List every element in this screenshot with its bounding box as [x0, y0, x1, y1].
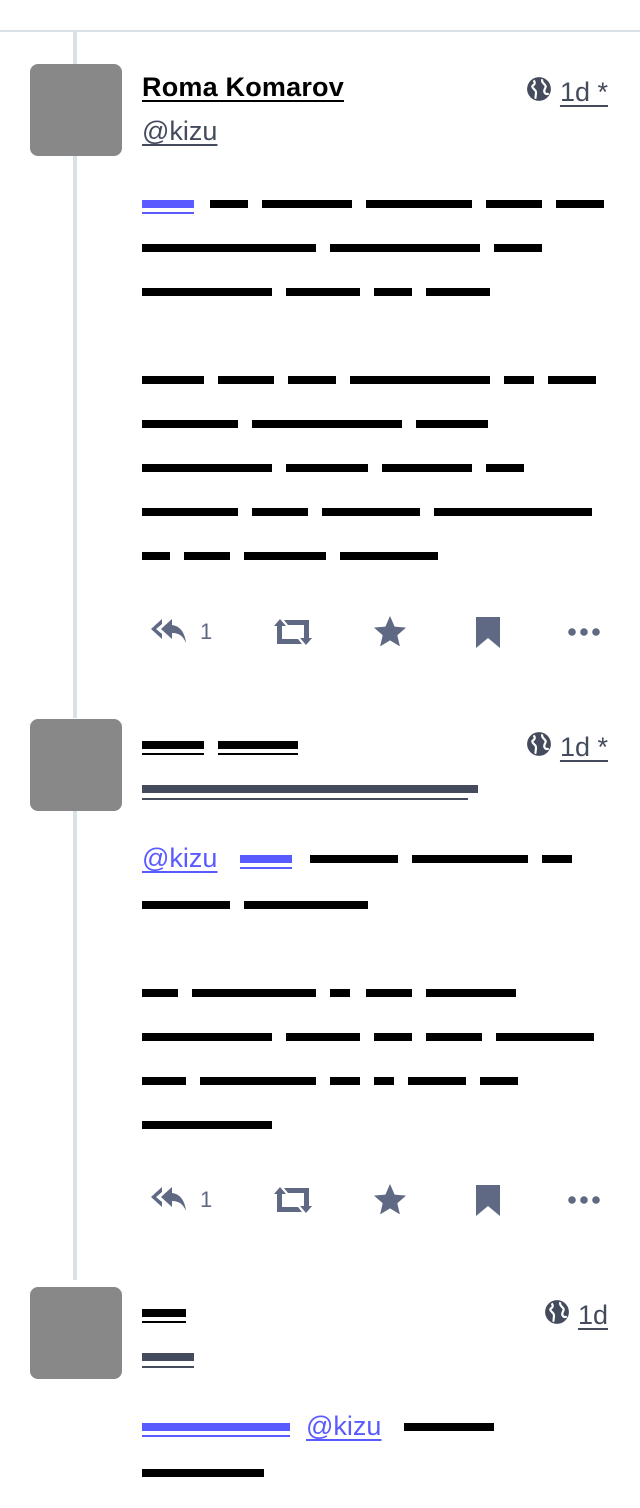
more-button[interactable] [568, 1178, 600, 1222]
reply-count: 1 [200, 1187, 213, 1212]
star-icon [372, 1183, 408, 1217]
status-action-bar: 1 [142, 610, 612, 654]
status-meta: 1d * [526, 76, 608, 109]
reply-all-icon [150, 1183, 188, 1217]
favourite-button[interactable] [372, 1178, 408, 1222]
favourite-button[interactable] [372, 610, 408, 654]
star-icon [372, 615, 408, 649]
status-action-bar: 1 [142, 1178, 612, 1222]
thread-line [73, 810, 77, 1280]
display-name[interactable]: Roma Komarov [142, 72, 344, 103]
timestamp-link[interactable]: 1d * [560, 732, 608, 763]
bookmark-button[interactable] [474, 1178, 502, 1222]
bookmark-icon [474, 615, 502, 649]
account-handle[interactable]: @kizu [142, 116, 217, 147]
reply-count: 1 [200, 619, 213, 644]
globe-icon [526, 76, 552, 109]
bookmark-icon [474, 1183, 502, 1217]
retweet-icon [272, 617, 314, 647]
globe-icon [544, 1299, 570, 1332]
avatar[interactable] [30, 1287, 122, 1379]
status-meta: 1d [544, 1299, 608, 1332]
avatar[interactable] [30, 719, 122, 811]
retweet-icon [272, 1185, 314, 1215]
avatar[interactable] [30, 64, 122, 156]
status-meta: 1d * [526, 731, 608, 764]
timestamp-link[interactable]: 1d * [560, 77, 608, 108]
redacted-link[interactable] [142, 200, 194, 214]
bookmark-button[interactable] [474, 610, 502, 654]
boost-button[interactable] [272, 1178, 314, 1222]
reply-button[interactable]: 1 [150, 1178, 212, 1222]
more-button[interactable] [568, 610, 600, 654]
reply-button[interactable]: 1 [150, 610, 212, 654]
ellipsis-icon [568, 1195, 600, 1205]
reply-all-icon [150, 615, 188, 649]
boost-button[interactable] [272, 610, 314, 654]
mention-link[interactable]: @kizu [306, 1411, 381, 1442]
redacted-link[interactable] [240, 855, 292, 869]
redacted-link[interactable] [142, 1423, 290, 1437]
top-divider [0, 30, 640, 32]
timestamp-link[interactable]: 1d [578, 1300, 608, 1331]
ellipsis-icon [568, 627, 600, 637]
mention-link[interactable]: @kizu [142, 843, 217, 874]
globe-icon [526, 731, 552, 764]
